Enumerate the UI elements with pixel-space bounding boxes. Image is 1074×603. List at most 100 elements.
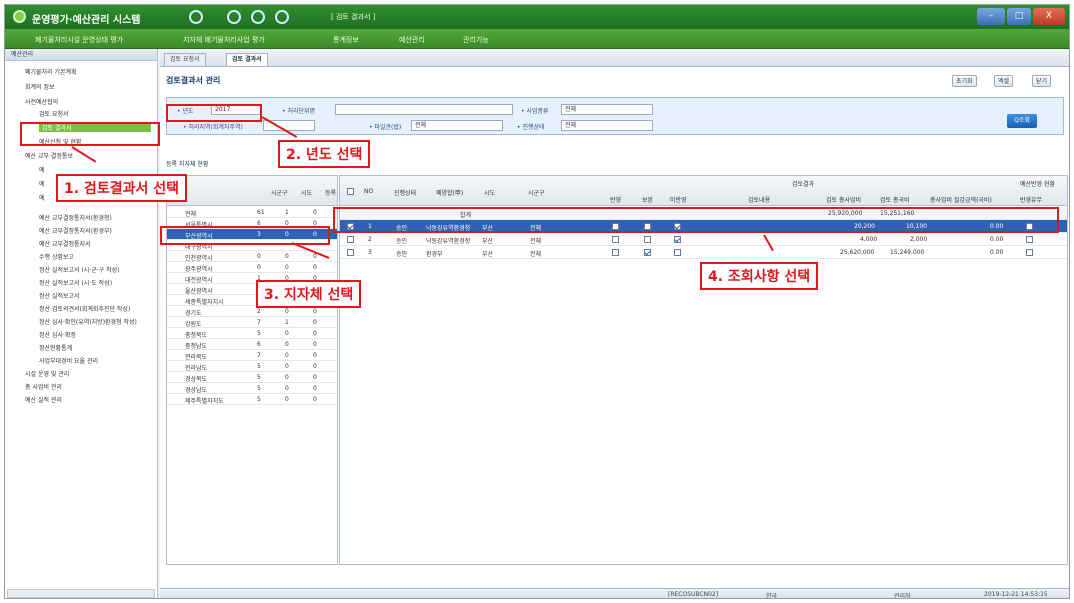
region-row[interactable]: 전체 61 1 0	[167, 207, 337, 218]
result-grid: 검토결과 예산반영 현황 NO 진행상태 폐양합(甲) 시도 시군구 반영 보완…	[339, 175, 1068, 565]
region-row[interactable]: 충청북도 5 0 0	[167, 328, 337, 339]
not-apply-checkbox[interactable]	[674, 249, 681, 256]
sidebar-item[interactable]: 예	[39, 165, 45, 174]
col-registered: 등록	[325, 190, 337, 197]
annotation-step-3: 3. 지자체 선택	[256, 280, 362, 308]
region-row[interactable]: 경상남도 5 0 0	[167, 383, 337, 394]
content-area: 검토 요청서 검토 결과서 검토결과서 관리 초기화 엑셀 닫기 • 년도 20…	[160, 49, 1069, 599]
sidebar-item[interactable]: 예산 교부·결정통보	[25, 151, 73, 160]
region-row[interactable]: 충청남도 6 0 0	[167, 339, 337, 350]
col-sigungu: 시군구	[528, 190, 545, 197]
app-title: 운영평가·예산관리 시스템	[32, 15, 141, 26]
document-title: [ 검토 결과서 ]	[331, 13, 376, 21]
sidebar-item[interactable]: 정산 검토의견서(회계회추진단 작성)	[39, 304, 130, 313]
project-label: • 처리단위명	[282, 108, 316, 115]
close-panel-button[interactable]: 닫기	[1032, 75, 1052, 87]
toolbar-settings-icon[interactable]	[275, 10, 289, 24]
row-checkbox[interactable]	[347, 236, 354, 243]
col-apply: 반영	[610, 197, 622, 204]
sidebar-item[interactable]: 시설 운영 및 관리	[25, 369, 69, 378]
region-row[interactable]: 강원도 7 1 0	[167, 317, 337, 328]
region-row[interactable]: 인천광역시 0 0 0	[167, 251, 337, 262]
region-row[interactable]: 경상북도 5 0 0	[167, 372, 337, 383]
facility-select[interactable]: 전체	[411, 120, 503, 131]
toolbar-info-icon[interactable]	[227, 10, 241, 24]
menu-facility-eval[interactable]: 폐기물처리시설 운영상태 평가	[35, 35, 123, 45]
type-label: • 사업종류	[521, 108, 549, 115]
status-session: [RECOSUBCN02]	[668, 591, 719, 598]
search-button[interactable]: Q조회	[1007, 114, 1037, 128]
menu-local-eval[interactable]: 지자체 폐기물처리사업 평가	[183, 35, 265, 45]
sidebar-item[interactable]: 예산 교부결정통지서(환경부)	[39, 226, 112, 235]
group-header-review: 검토결과	[792, 181, 815, 188]
select-all-checkbox[interactable]	[347, 188, 354, 195]
tab-review-request[interactable]: 검토 요청서	[164, 53, 206, 66]
project-input[interactable]	[335, 104, 513, 115]
status-bar: [RECOSUBCN02] 한국 관리자 2019-12-21 14:53:15	[160, 588, 1069, 599]
highlight-year	[166, 104, 262, 122]
annotation-step-2: 2. 년도 선택	[278, 140, 371, 168]
reflected-checkbox[interactable]	[1026, 236, 1033, 243]
apply-checkbox[interactable]	[612, 236, 619, 243]
left-grid-title: 등록 지자체 현황	[166, 161, 209, 168]
search-panel: • 년도 2017 • 처리단위명 • 사업종류 전체 • 처리지역(회계처주역…	[166, 97, 1064, 135]
sidebar-item[interactable]: 예산 실적 관리	[25, 395, 62, 404]
col-no: NO	[364, 188, 374, 195]
apply-checkbox[interactable]	[612, 249, 619, 256]
sidebar-item[interactable]: 검토 요청서	[39, 109, 69, 118]
sidebar-item[interactable]: 예산 교부결정통지서	[39, 239, 91, 248]
result-row[interactable]: 2 승인 낙동강유역환경청 부산 전체 4,000 2,000 0.00	[340, 233, 1067, 246]
col-review-content: 검토내용	[748, 197, 771, 204]
col-saving: 총사업비 절감금액(국비)	[930, 197, 992, 204]
app-window: 운영평가·예산관리 시스템 [ 검토 결과서 ] – □ X 폐기물처리시설 운…	[4, 4, 1070, 599]
maximize-button[interactable]: □	[1007, 8, 1031, 25]
sidebar-item[interactable]: 예	[39, 193, 45, 202]
result-row[interactable]: 3 승인 환경부 부산 전체 25,620,000 15,249,000 0.0…	[340, 246, 1067, 259]
toolbar-user-icon[interactable]	[251, 10, 265, 24]
reset-button[interactable]: 초기화	[952, 75, 977, 87]
region-row[interactable]: 광주광역시 0 0 0	[167, 262, 337, 273]
toolbar-home-icon[interactable]	[189, 10, 203, 24]
sidebar-item[interactable]: 정산현황통계	[39, 343, 72, 352]
not-apply-checkbox[interactable]	[674, 236, 681, 243]
row-checkbox[interactable]	[347, 249, 354, 256]
sidebar-item[interactable]: 정산 실적보고서	[39, 291, 80, 300]
supplement-checkbox[interactable]	[644, 236, 651, 243]
col-sido: 시도	[484, 190, 496, 197]
region-row[interactable]: 제주특별자치도 5 0 0	[167, 394, 337, 405]
status-user: 관리자	[894, 593, 911, 599]
menu-admin[interactable]: 관리기능	[463, 35, 489, 45]
col-sido: 시도	[301, 190, 313, 197]
supplement-checkbox[interactable]	[644, 249, 651, 256]
close-button[interactable]: X	[1033, 8, 1065, 25]
sidebar-item[interactable]: 정산 실적보고서 (시·도 작성)	[39, 278, 112, 287]
menu-budget[interactable]: 예산관리	[399, 35, 425, 45]
sidebar-item[interactable]: 회계의 정보	[25, 82, 55, 91]
excel-button[interactable]: 엑셀	[994, 75, 1014, 87]
sidebar-item[interactable]: 총 사업비 관리	[25, 382, 62, 391]
sidebar-item[interactable]: 폐기물처리 기본계획	[25, 67, 77, 76]
tab-review-result[interactable]: 검토 결과서	[226, 53, 268, 66]
sidebar-item[interactable]: 사업부대경비 요율 관리	[39, 356, 98, 365]
status-select[interactable]: 전체	[561, 120, 653, 131]
region-row[interactable]: 전라북도 7 0 0	[167, 350, 337, 361]
menu-statistics[interactable]: 통계정보	[333, 35, 359, 45]
main-menu: 폐기물처리시설 운영상태 평가 지자체 폐기물처리사업 평가 통계정보 예산관리…	[5, 29, 1069, 49]
sidebar-item[interactable]: 정산 심사·확정	[39, 330, 76, 339]
highlight-result-row	[333, 207, 1059, 233]
type-select[interactable]: 전체	[561, 104, 653, 115]
sidebar-item[interactable]: 정산 심사·확인(유역(지방)환경청 작성)	[39, 317, 137, 326]
sidebar-scrollbar[interactable]	[7, 589, 155, 598]
region-label: • 처리지역(회계처주역)	[183, 124, 243, 131]
tab-strip: 검토 요청서 검토 결과서	[160, 49, 1069, 67]
reflected-checkbox[interactable]	[1026, 249, 1033, 256]
sidebar-item[interactable]: 예	[39, 179, 45, 188]
region-row[interactable]: 전라남도 5 0 0	[167, 361, 337, 372]
sidebar-item[interactable]: 정산 실적보고서 (시·군·구 작성)	[39, 265, 119, 274]
minimize-button[interactable]: –	[977, 8, 1005, 25]
sidebar-item[interactable]: 사전예산협의	[25, 97, 58, 106]
col-status: 진행상태	[394, 190, 417, 197]
col-sigungu: 시군구	[271, 190, 288, 197]
sidebar-item[interactable]: 수행 상황보고	[39, 252, 74, 261]
sidebar-item[interactable]: 예산 교부결정통지서(환경청)	[39, 213, 112, 222]
